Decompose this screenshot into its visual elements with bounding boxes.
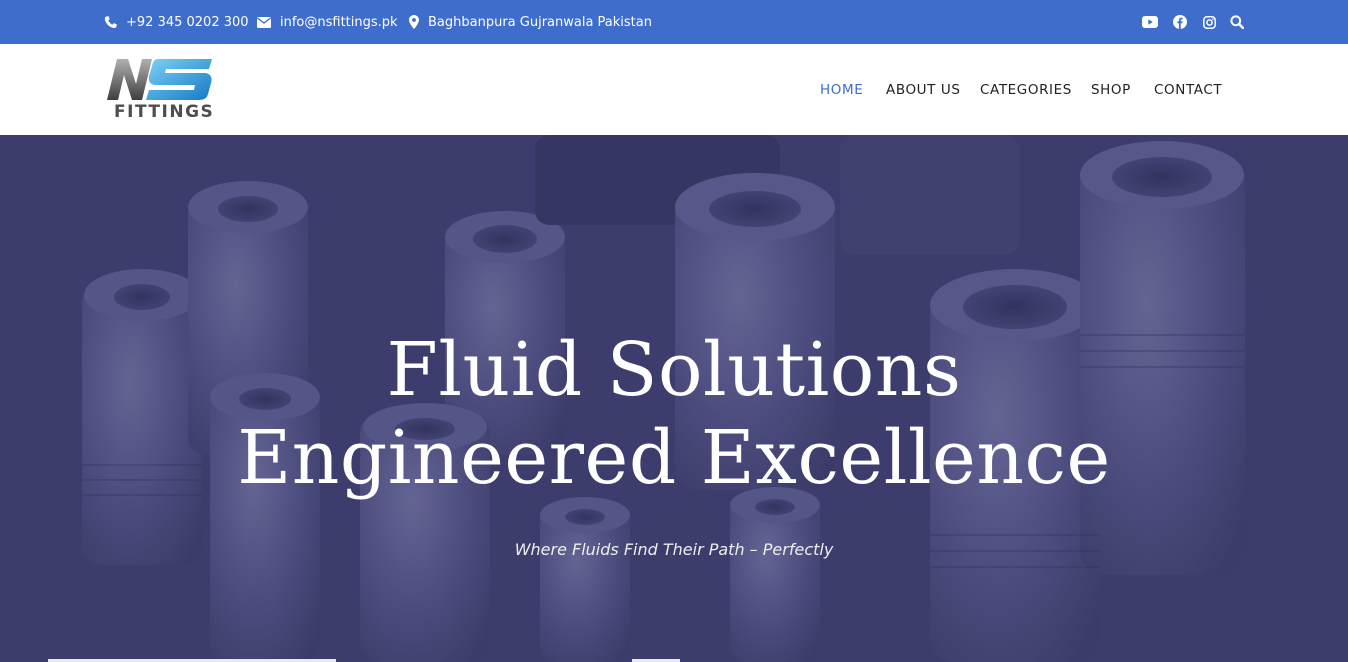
instagram-icon (1202, 15, 1216, 29)
site-logo[interactable]: FITTINGS (104, 56, 216, 124)
site-header: FITTINGS HOME ABOUT US CATEGORIES SHOP C… (0, 44, 1348, 135)
email-contact[interactable]: info@nsfittings.pk (257, 0, 398, 44)
nav-contact[interactable]: CONTACT (1154, 44, 1222, 135)
hero-title-line-2: Engineered Excellence (237, 415, 1111, 501)
address-text: Baghbanpura Gujranwala Pakistan (428, 14, 652, 30)
nav-home[interactable]: HOME (820, 44, 863, 135)
address-contact: Baghbanpura Gujranwala Pakistan (409, 0, 652, 44)
nav-categories[interactable]: CATEGORIES (980, 44, 1072, 135)
youtube-link[interactable] (1141, 0, 1159, 44)
phone-icon (104, 15, 117, 28)
top-bar: +92 345 0202 300 info@nsfittings.pk Bagh… (0, 0, 1348, 44)
hero-title-line-1: Fluid Solutions (386, 327, 962, 413)
envelope-icon (257, 16, 271, 28)
youtube-icon (1142, 16, 1158, 28)
hero-section: Fluid Solutions Engineered Excellence Wh… (0, 135, 1348, 662)
hero-subtitle: Where Fluids Find Their Path – Perfectly (514, 540, 834, 559)
phone-number[interactable]: +92 345 0202 300 (126, 15, 249, 30)
facebook-link[interactable] (1171, 0, 1189, 44)
logo-mark (107, 59, 212, 100)
phone-contact[interactable]: +92 345 0202 300 (104, 0, 249, 44)
email-address[interactable]: info@nsfittings.pk (280, 15, 398, 30)
logo-wordmark: FITTINGS (114, 102, 215, 122)
map-pin-icon (409, 15, 419, 29)
nav-about-us[interactable]: ABOUT US (886, 44, 961, 135)
search-icon (1230, 15, 1244, 29)
nav-shop[interactable]: SHOP (1091, 44, 1131, 135)
facebook-icon (1173, 15, 1187, 29)
instagram-link[interactable] (1200, 0, 1218, 44)
search-button[interactable] (1228, 0, 1246, 44)
